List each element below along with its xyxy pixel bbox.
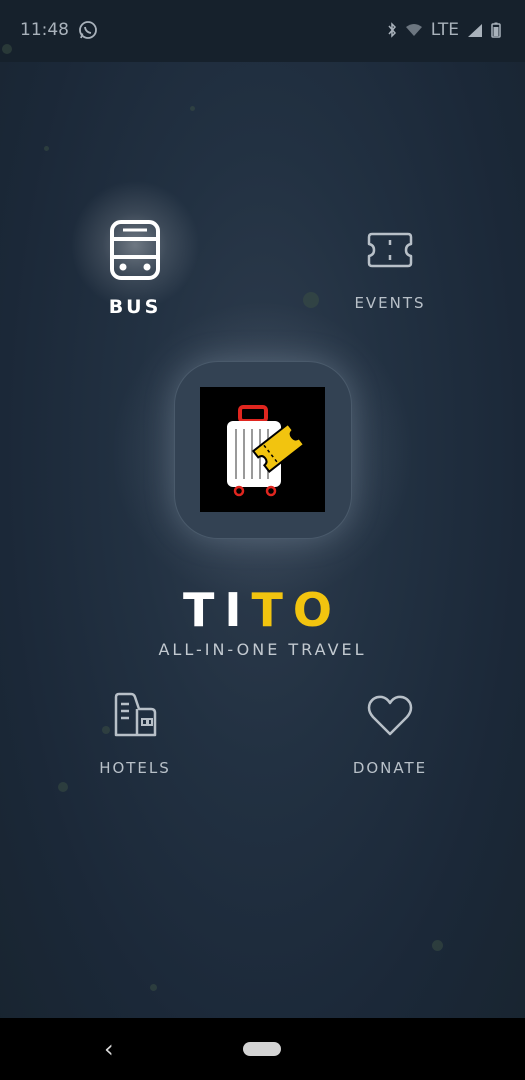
background-particle: [44, 146, 49, 151]
network-type: LTE: [430, 20, 459, 40]
app-tagline: ALL-IN-ONE TRAVEL: [158, 640, 367, 659]
app-title: TITO: [0, 583, 525, 637]
background-particle: [432, 940, 443, 951]
menu-label-hotels: HOTELS: [99, 759, 171, 777]
bus-icon: [105, 220, 165, 280]
wifi-icon: [405, 23, 423, 37]
heart-icon: [360, 685, 420, 745]
hotel-building-icon: [105, 685, 165, 745]
status-bar: 11:48 LTE: [0, 0, 525, 62]
home-pill-button[interactable]: [243, 1042, 281, 1056]
status-time: 11:48: [20, 20, 69, 40]
menu-label-donate: DONATE: [352, 759, 428, 777]
whatsapp-notification-icon: [78, 20, 100, 42]
menu-item-hotels[interactable]: HOTELS: [85, 685, 185, 777]
bluetooth-icon: [387, 22, 397, 38]
app-logo: [200, 387, 325, 512]
menu-item-bus[interactable]: BUS: [85, 220, 185, 318]
background-particle: [150, 984, 157, 991]
app-title-part-2: TO: [251, 583, 342, 637]
menu-item-events[interactable]: EVENTS: [340, 220, 440, 312]
menu-item-donate[interactable]: DONATE: [340, 685, 440, 777]
status-icons: LTE: [387, 20, 501, 40]
menu-label-bus: BUS: [108, 296, 162, 318]
signal-icon: [467, 23, 483, 38]
menu-label-events: EVENTS: [354, 294, 426, 312]
background-particle: [190, 106, 195, 111]
battery-icon: [491, 22, 501, 38]
background-particle: [58, 782, 68, 792]
background-particle: [2, 44, 12, 54]
ticket-icon: [360, 220, 420, 280]
app-title-part-1: TI: [183, 583, 252, 637]
back-icon[interactable]: ‹: [104, 1034, 124, 1064]
